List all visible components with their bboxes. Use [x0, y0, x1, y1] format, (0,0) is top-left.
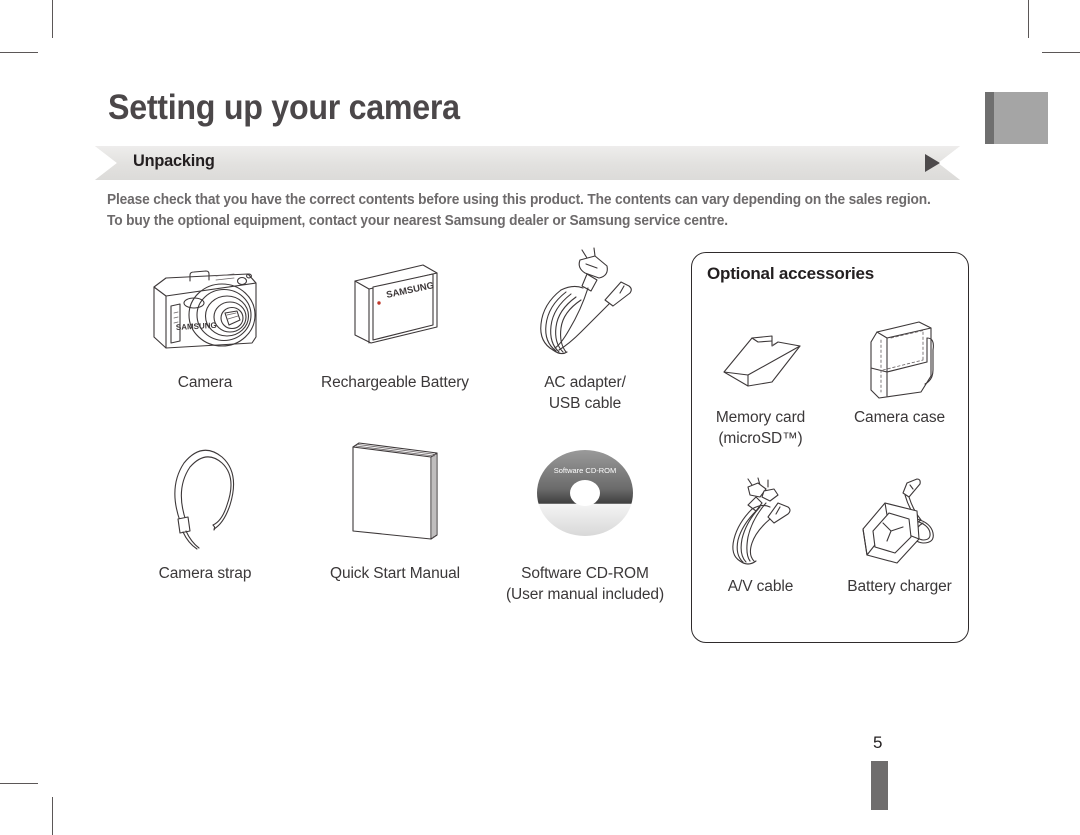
- intro-line-2: To buy the optional equipment, contact y…: [107, 213, 728, 229]
- av-cable-icon: [732, 477, 791, 565]
- caption-line-1: Camera case: [853, 409, 946, 426]
- language-tab-block: [985, 92, 1048, 144]
- cd-disc-label: Software CD-ROM: [554, 466, 617, 475]
- optional-row-2: A/V cable Battery charger: [691, 469, 969, 597]
- camera-icon: SAMSUNG: [153, 270, 257, 349]
- section-banner: [95, 146, 960, 180]
- caption-line-1: Battery charger: [847, 578, 952, 595]
- optional-item-caption: Memory card (microSD™): [716, 407, 805, 449]
- caption-line-1: Software CD-ROM: [521, 565, 649, 582]
- page-title: Setting up your camera: [108, 88, 460, 127]
- section-label: Unpacking: [133, 151, 215, 170]
- caption-line-1: AC adapter/: [544, 374, 626, 391]
- caption-line-1: Memory card: [715, 409, 806, 426]
- camera-case-icon: [870, 321, 934, 399]
- caption-line-2: (microSD™): [718, 430, 803, 447]
- crop-mark-bottom-left-horizontal: [0, 783, 38, 784]
- cd-illustration: Software CD-ROM: [525, 432, 645, 557]
- optional-item-caption: A/V cable: [727, 576, 794, 597]
- memory-card-icon: [723, 335, 801, 387]
- crop-mark-top-left-horizontal: [0, 52, 38, 53]
- camera-strap-icon: [174, 449, 235, 550]
- language-tab-label: English: [980, 148, 1001, 220]
- play-triangle-icon: [925, 154, 940, 172]
- optional-row-1: Memory card (microSD™) Camera case: [691, 300, 969, 449]
- strap-illustration: [150, 432, 260, 557]
- camera-case-illustration: [847, 300, 952, 400]
- battery-icon: SAMSUNG: [354, 264, 438, 344]
- item-caption: Software CD-ROM (User manual included): [506, 563, 664, 605]
- included-items-row-2: Camera strap Quick Start Manual Software…: [110, 432, 680, 605]
- quick-start-manual-icon: [352, 441, 438, 540]
- item-rechargeable-battery: SAMSUNG Rechargeable Battery: [300, 248, 490, 414]
- optional-item-caption: Camera case: [854, 407, 945, 428]
- item-caption: Camera strap: [159, 563, 252, 584]
- item-ac-adapter-usb-cable: AC adapter/ USB cable: [490, 247, 680, 414]
- item-quick-start-manual: Quick Start Manual: [300, 432, 490, 605]
- item-camera-strap: Camera strap: [110, 432, 300, 605]
- caption-line-1: Rechargeable Battery: [321, 374, 469, 391]
- language-tab: English: [975, 148, 1005, 244]
- caption-line-1: Quick Start Manual: [329, 565, 460, 582]
- memory-card-illustration: [708, 300, 813, 400]
- camera-illustration: SAMSUNG: [130, 248, 280, 366]
- ac-adapter-usb-cable-icon: [540, 247, 632, 355]
- item-caption: Quick Start Manual: [330, 563, 460, 584]
- av-cable-illustration: [708, 469, 813, 569]
- optional-item-caption: Battery charger: [847, 576, 952, 597]
- optional-item-av-cable: A/V cable: [691, 469, 830, 597]
- battery-charger-icon: [862, 478, 934, 564]
- crop-mark-bottom-left-vertical: [52, 797, 53, 835]
- intro-paragraph: Please check that you have the correct c…: [107, 190, 931, 232]
- crop-mark-top-right-horizontal: [1042, 52, 1080, 53]
- crop-mark-top-left-vertical: [52, 0, 53, 38]
- caption-line-1: Camera strap: [158, 565, 252, 582]
- optional-accessories-grid: Memory card (microSD™) Camera case A/V c…: [691, 300, 969, 597]
- item-caption: Rechargeable Battery: [321, 372, 469, 393]
- page-number: 5: [873, 733, 883, 752]
- intro-line-1: Please check that you have the correct c…: [107, 192, 931, 208]
- item-caption: AC adapter/ USB cable: [544, 372, 626, 414]
- optional-item-camera-case: Camera case: [830, 300, 969, 449]
- caption-line-2: USB cable: [548, 395, 622, 412]
- item-camera: SAMSUNG Camera: [110, 248, 300, 414]
- crop-mark-top-right-vertical: [1028, 0, 1029, 38]
- included-items-row-1: SAMSUNG Camera SAMSUNG Rechargeable Batt…: [110, 247, 680, 414]
- page-marker-bar: [871, 761, 888, 810]
- optional-item-memory-card: Memory card (microSD™): [691, 300, 830, 449]
- included-items-grid: SAMSUNG Camera SAMSUNG Rechargeable Batt…: [110, 247, 680, 605]
- caption-line-2: (User manual included): [505, 586, 665, 603]
- ac-usb-cable-illustration: [525, 247, 645, 366]
- optional-item-battery-charger: Battery charger: [830, 469, 969, 597]
- item-software-cd-rom: Software CD-ROM Software CD-ROM (User ma…: [490, 432, 680, 605]
- battery-illustration: SAMSUNG: [335, 248, 455, 366]
- optional-accessories-title: Optional accessories: [707, 264, 875, 283]
- cd-rom-icon: Software CD-ROM: [537, 449, 633, 536]
- battery-charger-illustration: [847, 469, 952, 569]
- item-caption: Camera: [178, 372, 233, 393]
- caption-line-1: Camera: [177, 374, 233, 391]
- caption-line-1: A/V cable: [727, 578, 794, 595]
- manual-page: Setting up your camera Unpacking Please …: [0, 0, 1080, 835]
- manual-illustration: [335, 432, 455, 557]
